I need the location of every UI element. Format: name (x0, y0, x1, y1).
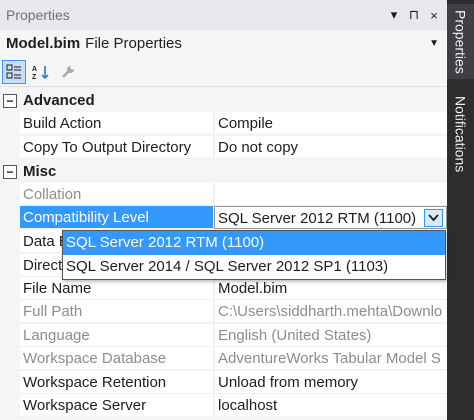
close-icon[interactable]: × (427, 8, 441, 23)
property-value: C:\Users\siddharth.mehta\Downlo (214, 300, 447, 323)
property-value[interactable]: Unload from memory (214, 371, 447, 394)
property-row-copy-to-output[interactable]: Copy To Output Directory Do not copy (0, 136, 447, 159)
window-position-dropdown-icon[interactable]: ▾ (387, 7, 401, 23)
categorized-button[interactable] (2, 59, 26, 84)
side-tab-notifications[interactable]: Notifications (447, 84, 474, 184)
dropdown-button[interactable] (424, 209, 443, 227)
property-name: Collation (20, 183, 213, 206)
property-value[interactable]: Do not copy (214, 136, 447, 159)
compatibility-level-combo[interactable]: SQL Server 2012 RTM (1100) (214, 206, 447, 229)
window-controls: ▾ ⊓ × (387, 7, 447, 23)
property-row-workspace-database[interactable]: Workspace Database AdventureWorks Tabula… (0, 347, 447, 370)
property-name: Compatibility Level (20, 206, 213, 229)
chevron-down-icon[interactable]: ▼ (429, 38, 447, 49)
property-value: SQL Server 2012 RTM (1100) (218, 210, 417, 227)
properties-title-bar: Properties ▾ ⊓ × (0, 0, 447, 30)
property-row-build-action[interactable]: Build Action Compile (0, 112, 447, 135)
side-tab-strip: Properties Notifications (447, 0, 474, 420)
property-value[interactable]: Compile (214, 112, 447, 135)
chevron-down-icon (428, 214, 439, 222)
object-type: File Properties (85, 35, 182, 52)
property-value (214, 183, 447, 206)
object-selector[interactable]: Model.bim File Properties ▼ (0, 30, 447, 57)
property-name: Full Path (20, 300, 213, 323)
dropdown-option[interactable]: SQL Server 2014 / SQL Server 2012 SP1 (1… (63, 255, 445, 279)
property-row-language[interactable]: Language English (United States) (0, 324, 447, 347)
wrench-icon (62, 65, 75, 78)
category-advanced[interactable]: − Advanced (0, 89, 447, 112)
svg-text:A: A (32, 66, 37, 73)
category-misc[interactable]: − Misc (0, 160, 447, 183)
property-value: AdventureWorks Tabular Model S (214, 347, 447, 370)
property-name: Build Action (20, 112, 213, 135)
sort-alphabetical-icon: A Z (32, 65, 49, 80)
auto-hide-pin-icon[interactable]: ⊓ (407, 7, 421, 23)
compatibility-level-dropdown-list: SQL Server 2012 RTM (1100) SQL Server 20… (62, 230, 446, 280)
property-value: English (United States) (214, 324, 447, 347)
category-label: Advanced (23, 92, 95, 109)
property-name: Workspace Retention (20, 371, 213, 394)
property-name: Language (20, 324, 213, 347)
alphabetical-button[interactable]: A Z (29, 60, 53, 84)
property-row-file-name[interactable]: File Name Model.bim (0, 277, 447, 300)
property-row-workspace-retention[interactable]: Workspace Retention Unload from memory (0, 371, 447, 394)
collapse-icon[interactable]: − (3, 93, 17, 108)
side-tab-label: Properties (452, 9, 469, 74)
property-pages-button[interactable] (56, 60, 80, 84)
dropdown-option[interactable]: SQL Server 2012 RTM (1100) (63, 231, 445, 255)
property-name: Workspace Server (20, 394, 213, 417)
property-row-collation[interactable]: Collation (0, 183, 447, 206)
property-row-compatibility-level[interactable]: Compatibility Level SQL Server 2012 RTM … (0, 206, 447, 229)
properties-toolbar: A Z (0, 57, 447, 87)
property-name: Workspace Database (20, 347, 213, 370)
svg-text:Z: Z (32, 74, 37, 80)
categorized-icon (6, 64, 21, 78)
collapse-icon[interactable]: − (3, 164, 17, 179)
property-name: File Name (20, 277, 213, 300)
property-value[interactable]: Model.bim (214, 277, 447, 300)
property-value[interactable]: localhost (214, 394, 447, 417)
object-name: Model.bim (6, 35, 81, 52)
side-tab-properties[interactable]: Properties (447, 4, 474, 79)
property-name: Copy To Output Directory (20, 136, 213, 159)
property-row-full-path[interactable]: Full Path C:\Users\siddharth.mehta\Downl… (0, 300, 447, 323)
side-tab-label: Notifications (452, 95, 469, 173)
window-title: Properties (6, 7, 70, 23)
property-row-workspace-server[interactable]: Workspace Server localhost (0, 394, 447, 417)
category-label: Misc (23, 163, 57, 180)
